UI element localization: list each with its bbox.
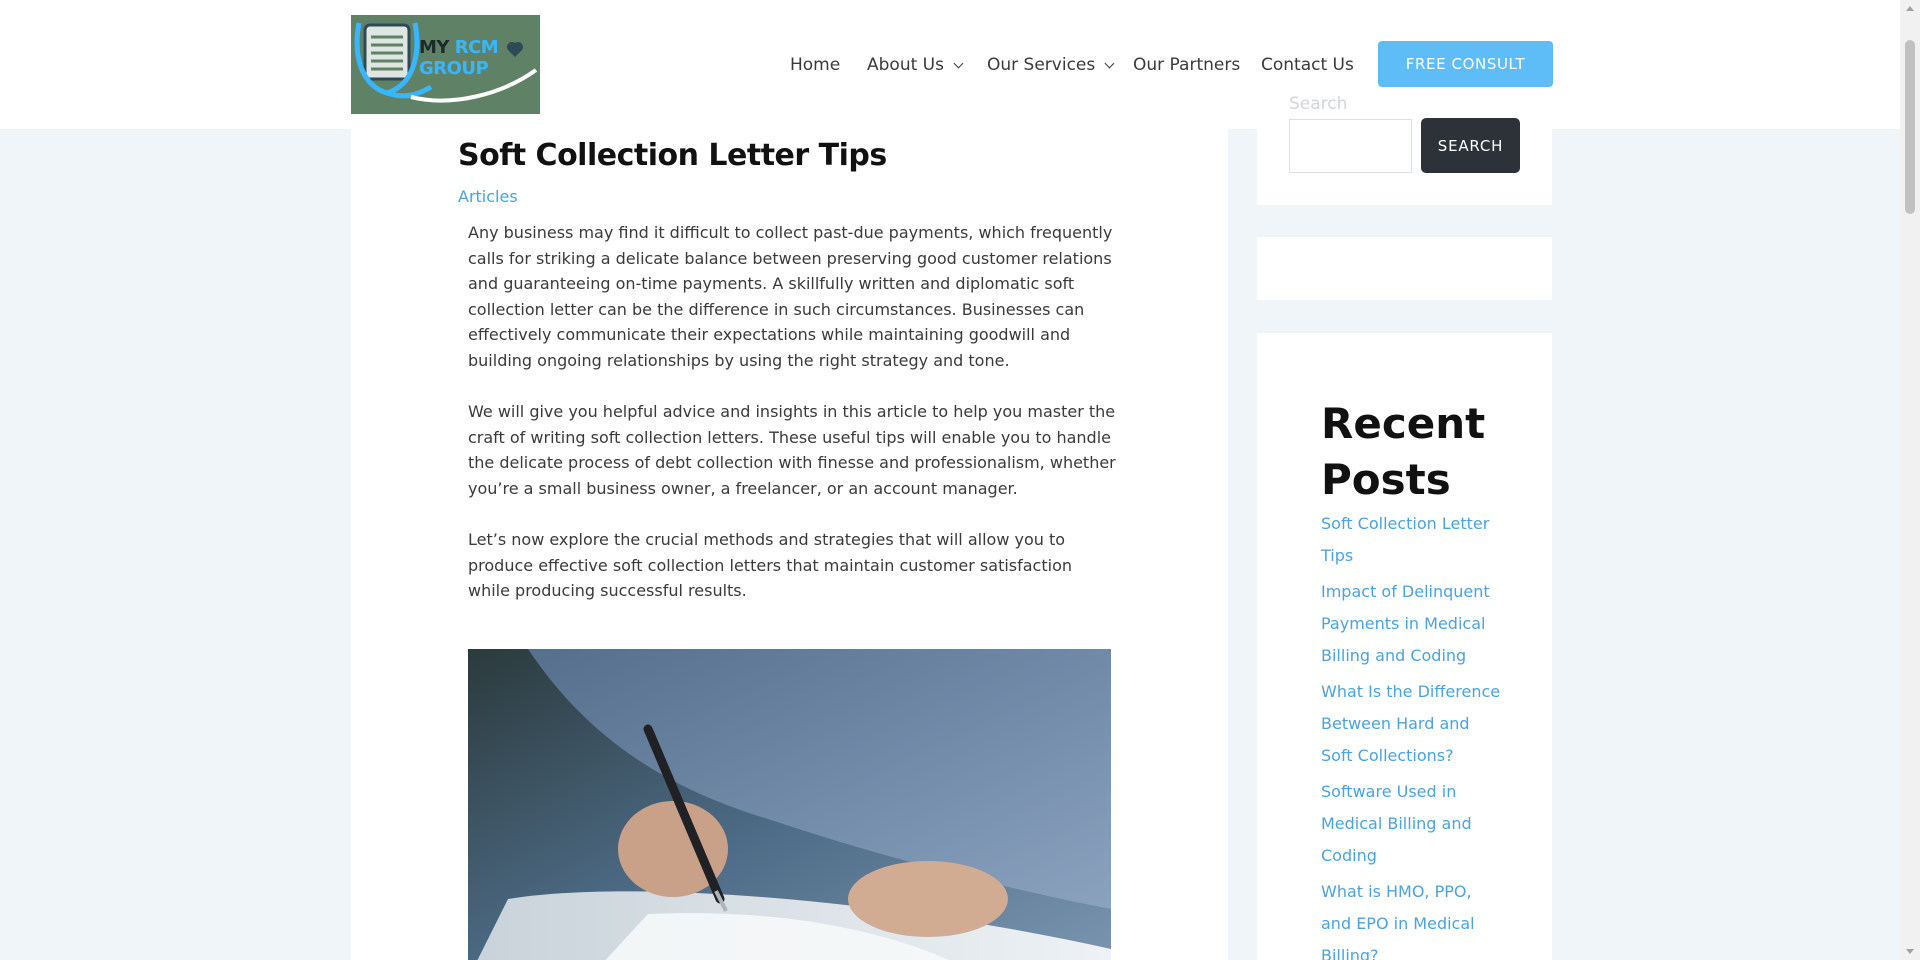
nav-contact-us-label: Contact Us: [1261, 55, 1354, 75]
scroll-up-icon[interactable]: [1906, 6, 1914, 11]
site-header: MY RCM GROUP Home About Us Our Services …: [0, 0, 1900, 129]
article-title: Soft Collection Letter Tips: [458, 138, 887, 173]
chevron-down-icon: [1104, 58, 1115, 68]
search-button[interactable]: SEARCH: [1421, 118, 1520, 173]
article-paragraph: Any business may find it difficult to co…: [468, 223, 1113, 370]
logo-text-rcm: RCM: [454, 37, 499, 58]
search-input[interactable]: [1289, 119, 1412, 173]
free-consult-button[interactable]: FREE CONSULT: [1378, 41, 1553, 87]
chevron-down-icon: [953, 58, 964, 68]
scrollbar-thumb[interactable]: [1905, 40, 1915, 214]
recent-post-link[interactable]: Impact of Delinquent Payments in Medical…: [1321, 576, 1501, 672]
article-category-link[interactable]: Articles: [458, 187, 518, 206]
recent-post-link[interactable]: Soft Collection Letter Tips: [1321, 508, 1501, 572]
logo-text-my: MY: [419, 37, 449, 58]
nav-about-us[interactable]: About Us: [867, 55, 964, 75]
nav-our-services[interactable]: Our Services: [987, 55, 1115, 75]
page-scrollbar[interactable]: [1900, 0, 1920, 960]
article-paragraph: We will give you helpful advice and insi…: [468, 402, 1116, 498]
recent-post-link[interactable]: What Is the Difference Between Hard and …: [1321, 676, 1501, 772]
site-logo[interactable]: MY RCM GROUP: [351, 15, 540, 114]
logo-text-group: GROUP: [419, 58, 489, 79]
nav-our-partners[interactable]: Our Partners: [1133, 55, 1240, 75]
article-featured-image: [468, 649, 1111, 960]
nav-our-partners-label: Our Partners: [1133, 55, 1241, 75]
recent-posts-list: Soft Collection Letter Tips Impact of De…: [1321, 508, 1501, 960]
nav-home[interactable]: Home: [790, 55, 840, 75]
recent-post-link[interactable]: What is HMO, PPO, and EPO in Medical Bil…: [1321, 876, 1501, 960]
empty-widget: [1257, 237, 1552, 300]
nav-home-label: Home: [790, 55, 841, 75]
article-card: Soft Collection Letter Tips Articles Any…: [351, 52, 1228, 960]
nav-our-services-label: Our Services: [987, 55, 1096, 75]
nav-about-us-label: About Us: [867, 55, 944, 75]
recent-posts-heading: Recent Posts: [1321, 399, 1486, 504]
article-paragraph: Let’s now explore the crucial methods an…: [468, 530, 1072, 601]
scroll-down-icon[interactable]: [1906, 949, 1914, 954]
nav-contact-us[interactable]: Contact Us: [1261, 55, 1354, 75]
search-placeholder-label: Search: [1289, 94, 1348, 114]
recent-post-link[interactable]: Software Used in Medical Billing and Cod…: [1321, 776, 1501, 872]
